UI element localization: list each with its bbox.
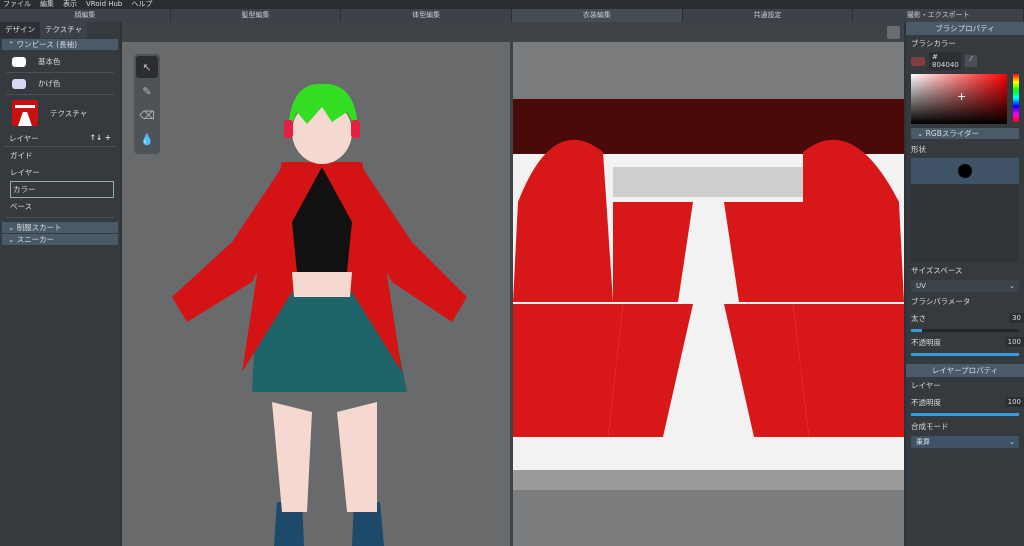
thickness-slider[interactable] <box>911 329 1019 332</box>
shape-label: 形状 <box>906 141 1024 158</box>
tab-design[interactable]: デザイン <box>0 22 40 38</box>
layer-opacity-slider[interactable] <box>911 413 1019 416</box>
rgb-slider-section[interactable]: ⌄ RGBスライダー <box>911 128 1019 139</box>
brush-color-label: ブラシカラー <box>906 35 1024 52</box>
menu-view[interactable]: 表示 <box>63 0 77 9</box>
blend-mode-label: 合成モード <box>906 418 1024 435</box>
layer-label: レイヤー <box>906 377 1024 394</box>
shade-color-swatch[interactable] <box>12 79 26 89</box>
chevron-down-icon: ⌄ <box>917 129 926 138</box>
thickness-input[interactable]: 30 <box>1009 313 1024 323</box>
brush-params-label: ブラシパラメータ <box>906 293 1024 310</box>
layer-item[interactable]: レイヤー <box>0 164 120 181</box>
section-sneakers[interactable]: ⌄ スニーカー <box>2 234 118 245</box>
opacity-input[interactable]: 100 <box>1005 337 1024 347</box>
tab-face[interactable]: 顔編集 <box>0 9 171 22</box>
chevron-down-icon: ⌄ <box>8 235 17 244</box>
opacity-slider[interactable] <box>911 353 1019 356</box>
chevron-down-icon: ⌄ <box>1009 280 1015 292</box>
layer-properties-header: レイヤープロパティ <box>906 364 1024 377</box>
layer-opacity-input[interactable]: 100 <box>1005 397 1024 407</box>
hex-input[interactable]: # 804040 <box>929 52 961 70</box>
layer-label: レイヤー <box>9 133 39 144</box>
color-picker-area[interactable]: + <box>911 74 1007 124</box>
mode-tabs: 顔編集 髪型編集 体型編集 衣装編集 共通設定 撮影・エクスポート <box>0 9 1024 22</box>
tab-texture[interactable]: テクスチャ <box>40 22 87 38</box>
hue-slider[interactable] <box>1013 74 1019 122</box>
size-space-label: サイズスペース <box>906 262 1024 279</box>
menu-edit[interactable]: 編集 <box>40 0 54 9</box>
tab-outfit[interactable]: 衣装編集 <box>512 9 683 22</box>
menu-vroid-hub[interactable]: VRoid Hub <box>86 0 122 9</box>
layer-item[interactable]: ガイド <box>0 147 120 164</box>
brush-color-swatch[interactable] <box>911 57 925 66</box>
tab-export[interactable]: 撮影・エクスポート <box>853 9 1024 22</box>
blend-mode-select[interactable]: 乗算⌄ <box>911 436 1019 448</box>
size-space-select[interactable]: UV⌄ <box>911 280 1019 292</box>
menu-bar: ファイル 編集 表示 VRoid Hub ヘルプ <box>0 0 1024 9</box>
texture-uv-map <box>513 42 904 546</box>
chevron-up-icon: ⌃ <box>8 40 17 49</box>
section-onepiece[interactable]: ⌃ ワンピース (長袖) <box>2 39 118 50</box>
texture-canvas[interactable] <box>513 42 904 546</box>
chevron-down-icon: ⌄ <box>8 223 17 232</box>
add-layer-icon[interactable]: + <box>105 133 111 142</box>
tab-hair[interactable]: 髪型編集 <box>171 9 342 22</box>
tab-common[interactable]: 共通設定 <box>683 9 854 22</box>
base-color-row[interactable]: 基本色 <box>6 51 114 73</box>
base-color-swatch[interactable] <box>12 57 26 67</box>
left-panel: デザイン テクスチャ ⌃ ワンピース (長袖) 基本色 かげ色 テクスチャ レイ… <box>0 22 120 546</box>
brush-shape-hard[interactable] <box>911 158 1019 184</box>
texture-row[interactable]: テクスチャ <box>6 95 114 131</box>
shade-color-row[interactable]: かげ色 <box>6 73 114 95</box>
brush-shape-list[interactable] <box>911 158 1019 262</box>
character-model <box>122 42 510 546</box>
right-panel: ブラシプロパティ ブラシカラー # 804040 ⁄ + ⌄ RGBスライダー … <box>906 22 1024 546</box>
menu-file[interactable]: ファイル <box>3 0 31 9</box>
move-down-icon[interactable]: ↓ <box>96 133 102 142</box>
eyedropper-icon[interactable]: ⁄ <box>965 55 977 67</box>
chevron-down-icon: ⌄ <box>1009 436 1015 448</box>
layer-item-selected[interactable]: カラー <box>10 181 114 198</box>
brush-properties-header: ブラシプロパティ <box>906 22 1024 35</box>
tab-body[interactable]: 体型編集 <box>341 9 512 22</box>
texture-thumbnail[interactable] <box>12 100 38 126</box>
layer-item[interactable]: ベース <box>0 198 120 215</box>
3d-view[interactable]: ↖ ✎ ⌫ 💧 <box>122 42 510 546</box>
viewport: ↖ ✎ ⌫ 💧 <box>122 22 904 546</box>
layout-toggle-button[interactable] <box>887 26 900 39</box>
menu-help[interactable]: ヘルプ <box>131 0 152 9</box>
section-skirt[interactable]: ⌄ 制服スカート <box>2 222 118 233</box>
